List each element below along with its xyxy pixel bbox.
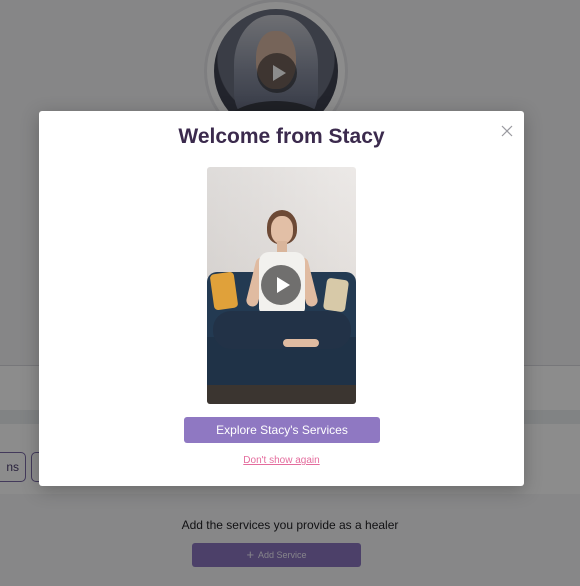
welcome-modal: Welcome from Stacy Explore Stacy's Servi…	[39, 111, 524, 486]
close-icon	[501, 125, 513, 137]
explore-services-button[interactable]: Explore Stacy's Services	[184, 417, 380, 443]
welcome-video[interactable]	[207, 167, 356, 404]
video-play-button[interactable]	[261, 265, 301, 305]
dont-show-again-link[interactable]: Don't show again	[39, 455, 524, 466]
close-button[interactable]	[499, 123, 515, 139]
modal-title: Welcome from Stacy	[178, 125, 385, 148]
play-icon	[277, 277, 290, 293]
